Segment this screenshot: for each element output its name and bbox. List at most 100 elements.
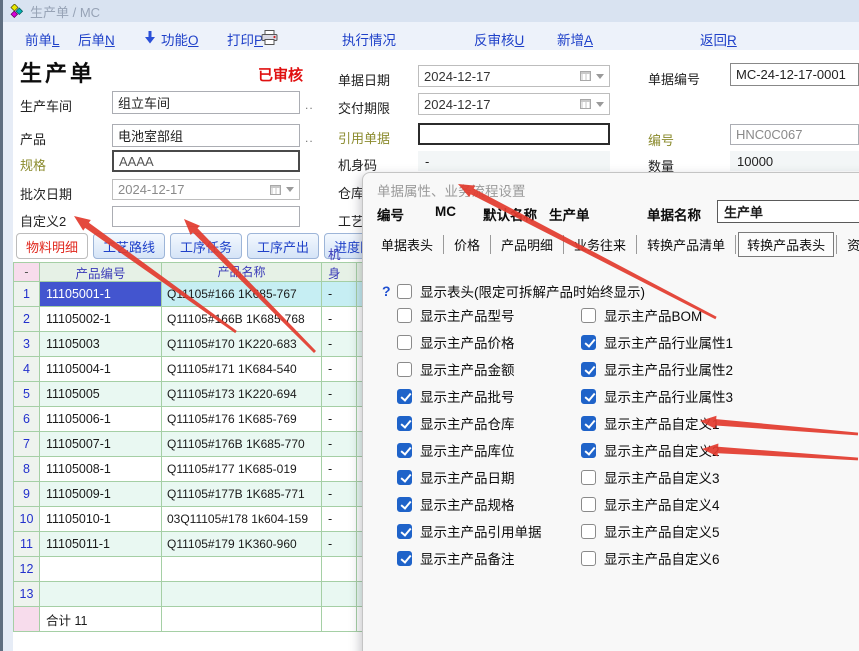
- dialog-tab-0[interactable]: 单据表头: [373, 233, 441, 256]
- tab-2[interactable]: 工序任务: [170, 233, 242, 259]
- help-icon[interactable]: ?: [382, 283, 391, 299]
- checkbox[interactable]: [581, 443, 596, 458]
- cell-body[interactable]: [322, 557, 357, 582]
- dialog-checkbox-item[interactable]: 显示主产品引用单据: [397, 520, 542, 542]
- cell-name[interactable]: Q11105#179 1K360-960: [162, 532, 322, 557]
- doc-date-field[interactable]: 2024-12-17: [418, 65, 610, 87]
- dialog-checkbox-item[interactable]: 显示主产品库位: [397, 439, 515, 461]
- print-button[interactable]: 打印P: [227, 29, 263, 49]
- checkbox[interactable]: [581, 335, 596, 350]
- cell-name[interactable]: Q11105#177B 1K685-771: [162, 482, 322, 507]
- cell-code[interactable]: 11105001-1: [40, 282, 162, 307]
- cell-num[interactable]: 6: [13, 407, 40, 432]
- checkbox[interactable]: [397, 389, 412, 404]
- dialog-tab-2[interactable]: 产品明细: [493, 233, 561, 256]
- spec-field[interactable]: AAAA: [112, 150, 300, 172]
- batch-date-field[interactable]: 2024-12-17: [112, 179, 300, 200]
- checkbox[interactable]: [397, 362, 412, 377]
- tab-3[interactable]: 工序产出: [247, 233, 319, 259]
- checkbox[interactable]: [397, 308, 412, 323]
- checkbox[interactable]: [397, 416, 412, 431]
- checkbox[interactable]: [397, 470, 412, 485]
- checkbox[interactable]: [581, 389, 596, 404]
- workshop-more-button[interactable]: ..: [305, 98, 314, 112]
- cell-name[interactable]: Q11105#176B 1K685-770: [162, 432, 322, 457]
- dialog-checkbox-item[interactable]: 显示主产品备注: [397, 547, 515, 569]
- cell-code[interactable]: 11105003: [40, 332, 162, 357]
- ref-doc-field[interactable]: [418, 123, 610, 145]
- next-doc-button[interactable]: 后单N: [78, 29, 115, 49]
- checkbox[interactable]: [581, 362, 596, 377]
- dialog-tab-4[interactable]: 转换产品清单: [639, 233, 733, 256]
- checkbox[interactable]: [397, 284, 412, 299]
- dialog-checkbox-item[interactable]: 显示主产品规格: [397, 493, 515, 515]
- cell-num[interactable]: 1: [13, 282, 40, 307]
- cell-name[interactable]: Q11105#166B 1K685-768: [162, 307, 322, 332]
- dialog-tab-6[interactable]: 资金帐: [839, 233, 859, 256]
- checkbox[interactable]: [581, 416, 596, 431]
- dialog-checkbox-item[interactable]: 显示表头(限定可拆解产品时始终显示): [397, 280, 645, 302]
- cell-body[interactable]: -: [322, 282, 357, 307]
- checkbox[interactable]: [581, 470, 596, 485]
- cell-num[interactable]: 9: [13, 482, 40, 507]
- checkbox[interactable]: [581, 551, 596, 566]
- printer-icon[interactable]: [261, 30, 278, 45]
- dialog-checkbox-item[interactable]: 显示主产品自定义5: [581, 520, 720, 542]
- cell-num[interactable]: 3: [13, 332, 40, 357]
- checkbox[interactable]: [581, 497, 596, 512]
- cell-body[interactable]: -: [322, 332, 357, 357]
- cell-code[interactable]: 11105010-1: [40, 507, 162, 532]
- add-new-button[interactable]: 新增A: [557, 29, 593, 49]
- dialog-checkbox-item[interactable]: 显示主产品自定义3: [581, 466, 720, 488]
- cell-body[interactable]: -: [322, 382, 357, 407]
- cell-body[interactable]: -: [322, 432, 357, 457]
- cell-num[interactable]: 10: [13, 507, 40, 532]
- cell-code[interactable]: 11105004-1: [40, 357, 162, 382]
- cell-body[interactable]: -: [322, 407, 357, 432]
- cell-name[interactable]: Q11105#170 1K220-683: [162, 332, 322, 357]
- dialog-checkbox-item[interactable]: 显示主产品金额: [397, 358, 515, 380]
- header-product-name[interactable]: 产品名称: [162, 262, 322, 282]
- cell-name[interactable]: Q11105#176 1K685-769: [162, 407, 322, 432]
- header-machine-code[interactable]: 机身码: [322, 262, 357, 282]
- dialog-checkbox-item[interactable]: 显示主产品价格: [397, 331, 515, 353]
- tab-1[interactable]: 工艺路线: [93, 233, 165, 259]
- doc-no-field[interactable]: MC-24-12-17-0001: [730, 63, 859, 86]
- dialog-checkbox-item[interactable]: 显示主产品仓库: [397, 412, 515, 434]
- dialog-checkbox-item[interactable]: 显示主产品自定义6: [581, 547, 720, 569]
- cell-body[interactable]: -: [322, 532, 357, 557]
- checkbox[interactable]: [581, 524, 596, 539]
- cell-num[interactable]: 13: [13, 582, 40, 607]
- checkbox[interactable]: [397, 335, 412, 350]
- checkbox[interactable]: [581, 308, 596, 323]
- dialog-checkbox-item[interactable]: 显示主产品自定义4: [581, 493, 720, 515]
- cell-num[interactable]: 12: [13, 557, 40, 582]
- dialog-checkbox-item[interactable]: 显示主产品批号: [397, 385, 515, 407]
- dialog-checkbox-item[interactable]: 显示主产品日期: [397, 466, 515, 488]
- cell-name[interactable]: [162, 557, 322, 582]
- cell-code[interactable]: 11105008-1: [40, 457, 162, 482]
- dialog-tab-1[interactable]: 价格: [446, 233, 488, 256]
- dialog-checkbox-item[interactable]: 显示主产品行业属性2: [581, 358, 733, 380]
- unaudit-button[interactable]: 反审核U: [474, 29, 524, 49]
- dialog-tab-5[interactable]: 转换产品表头: [738, 232, 834, 257]
- dialog-checkbox-item[interactable]: 显示主产品型号: [397, 304, 515, 326]
- header-product-code[interactable]: 产品编号: [40, 262, 162, 282]
- dropdown-icon[interactable]: [596, 102, 604, 107]
- cell-name[interactable]: [162, 582, 322, 607]
- cell-num[interactable]: 5: [13, 382, 40, 407]
- checkbox[interactable]: [397, 497, 412, 512]
- cell-body[interactable]: [322, 582, 357, 607]
- back-button[interactable]: 返回R: [700, 29, 737, 49]
- dialog-checkbox-item[interactable]: 显示主产品自定义2: [581, 439, 720, 461]
- cell-name[interactable]: Q11105#177 1K685-019: [162, 457, 322, 482]
- cell-code[interactable]: 11105009-1: [40, 482, 162, 507]
- dialog-checkbox-item[interactable]: 显示主产品行业属性1: [581, 331, 733, 353]
- exec-status-button[interactable]: 执行情况: [342, 29, 396, 49]
- cell-code[interactable]: [40, 557, 162, 582]
- cell-body[interactable]: -: [322, 482, 357, 507]
- cell-body[interactable]: -: [322, 307, 357, 332]
- cell-body[interactable]: -: [322, 357, 357, 382]
- cell-code[interactable]: 11105011-1: [40, 532, 162, 557]
- cell-body[interactable]: -: [322, 507, 357, 532]
